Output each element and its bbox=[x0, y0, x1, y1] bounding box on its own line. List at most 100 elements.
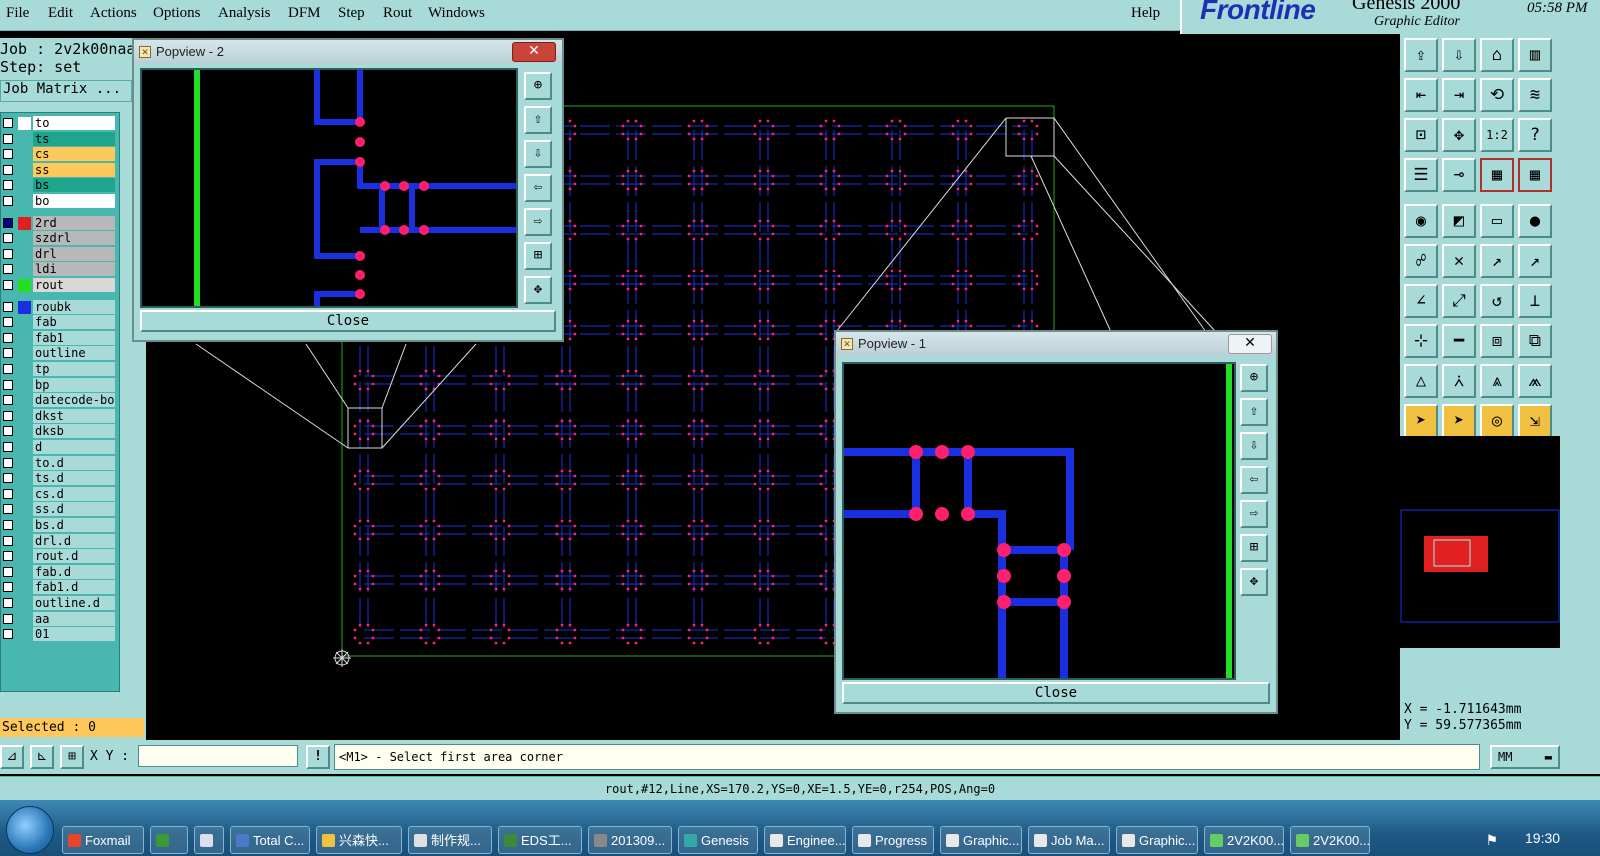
ruler-icon[interactable]: ▭ bbox=[1480, 204, 1514, 238]
layer-checkbox[interactable] bbox=[3, 149, 13, 160]
job-matrix-button[interactable]: Job Matrix ... bbox=[0, 80, 132, 102]
popview-1-close-button[interactable]: Close bbox=[842, 682, 1270, 704]
pan-bottom-icon[interactable]: ⇩ bbox=[1442, 38, 1476, 72]
layer-row[interactable]: roubk bbox=[1, 299, 119, 315]
circle-icon[interactable]: ● bbox=[1518, 204, 1552, 238]
flag-icon[interactable]: ⚑ bbox=[1487, 830, 1497, 849]
layer-row[interactable]: 2rd bbox=[1, 215, 119, 231]
layer-checkbox[interactable] bbox=[3, 457, 13, 468]
layer-row[interactable]: rout.d bbox=[1, 549, 119, 564]
layer-checkbox[interactable] bbox=[3, 613, 13, 624]
layer-checkbox[interactable] bbox=[3, 395, 13, 406]
menu-help[interactable]: Help bbox=[1131, 5, 1160, 22]
layer-checkbox[interactable] bbox=[3, 317, 13, 328]
view-pan-down-icon[interactable]: ⇩ bbox=[1240, 432, 1268, 460]
menu-windows[interactable]: Windows bbox=[428, 5, 485, 22]
menu-edit[interactable]: Edit bbox=[48, 5, 73, 22]
popview-2-close-icon[interactable]: ✕ bbox=[512, 42, 556, 62]
snap-mode-icon[interactable]: ⊿ bbox=[0, 745, 24, 769]
snap-icon[interactable]: ⊸ bbox=[1442, 158, 1476, 192]
taskbar-item[interactable]: Enginee... bbox=[764, 826, 846, 854]
triangle-icon[interactable]: △ bbox=[1404, 364, 1438, 398]
rout-tool-icon[interactable]: ▦ bbox=[1480, 158, 1514, 192]
pad-icon[interactable]: ◉ bbox=[1404, 204, 1438, 238]
zoom-ratio-icon[interactable]: 1:2 bbox=[1480, 118, 1514, 152]
layer-row[interactable]: drl bbox=[1, 246, 119, 262]
undo-icon[interactable]: ⟲ bbox=[1480, 78, 1514, 112]
layer-checkbox[interactable] bbox=[3, 504, 13, 515]
layer-row[interactable]: outline.d bbox=[1, 596, 119, 611]
feature-icon[interactable]: ◩ bbox=[1442, 204, 1476, 238]
layer-checkbox[interactable] bbox=[3, 582, 13, 593]
layer-row[interactable]: bs.d bbox=[1, 518, 119, 533]
layer-row[interactable]: ts.d bbox=[1, 471, 119, 486]
layer-checkbox[interactable] bbox=[3, 364, 13, 374]
layer-checkbox[interactable] bbox=[3, 180, 13, 191]
layer-checkbox[interactable] bbox=[3, 133, 13, 144]
move-icon[interactable]: ↗ bbox=[1480, 244, 1514, 278]
alert-icon[interactable]: ! bbox=[306, 745, 330, 769]
frame-icon[interactable]: ⧈ bbox=[1480, 324, 1514, 358]
query-icon[interactable]: ? bbox=[1518, 118, 1552, 152]
taskbar-item[interactable] bbox=[150, 826, 188, 854]
layer-checkbox[interactable] bbox=[3, 118, 13, 128]
add-pad-icon[interactable]: ⊹ bbox=[1404, 324, 1438, 358]
select-area-icon[interactable]: ➤ bbox=[1442, 404, 1476, 438]
layer-row[interactable]: cs bbox=[1, 147, 119, 162]
layer-row[interactable]: aa bbox=[1, 611, 119, 627]
layer-row[interactable]: ts bbox=[1, 131, 119, 147]
line-icon[interactable]: ━ bbox=[1442, 324, 1476, 358]
layer-checkbox[interactable] bbox=[3, 520, 13, 530]
arc2-icon[interactable]: ⩓ bbox=[1480, 364, 1514, 398]
layer-row[interactable]: bp bbox=[1, 377, 119, 393]
units-select[interactable]: MM ▬ bbox=[1490, 745, 1560, 769]
layer-row[interactable]: d bbox=[1, 440, 119, 455]
connect-icon[interactable]: ☍ bbox=[1404, 244, 1438, 278]
view-zoom-in-icon[interactable]: ⊕ bbox=[1240, 364, 1268, 392]
measure-icon[interactable]: ⊾ bbox=[30, 745, 54, 769]
layer-checkbox[interactable] bbox=[3, 551, 13, 562]
menu-options[interactable]: Options bbox=[153, 5, 201, 22]
layer-checkbox[interactable] bbox=[3, 248, 13, 259]
view-pan-right-icon[interactable]: ⇨ bbox=[524, 208, 552, 236]
mini-map[interactable] bbox=[1400, 436, 1560, 648]
angle-icon[interactable]: ∠ bbox=[1404, 284, 1438, 318]
layer-row[interactable]: to.d bbox=[1, 455, 119, 471]
xy-input[interactable] bbox=[138, 745, 298, 767]
layer-row[interactable]: ss.d bbox=[1, 502, 119, 517]
layer-checkbox[interactable] bbox=[3, 629, 13, 640]
taskbar-item[interactable]: Foxmail bbox=[62, 826, 144, 854]
start-button-icon[interactable] bbox=[6, 806, 54, 854]
zoom-center-icon[interactable]: ✥ bbox=[1442, 118, 1476, 152]
resize-icon[interactable]: ⤢ bbox=[1442, 284, 1476, 318]
taskbar-item[interactable]: Graphic... bbox=[1116, 826, 1198, 854]
layer-checkbox[interactable] bbox=[3, 566, 13, 577]
copy-icon[interactable]: ↗ bbox=[1518, 244, 1552, 278]
layer-checkbox[interactable] bbox=[3, 280, 13, 290]
popview-2-close-button[interactable]: Close bbox=[140, 310, 556, 332]
layer-row[interactable]: ldi bbox=[1, 262, 119, 277]
layer-checkbox[interactable] bbox=[3, 535, 13, 546]
layer-row[interactable]: drl.d bbox=[1, 533, 119, 549]
popview-1-close-icon[interactable]: ✕ bbox=[1228, 334, 1272, 354]
delete-icon[interactable]: ✕ bbox=[1442, 244, 1476, 278]
layer-checkbox[interactable] bbox=[3, 196, 13, 206]
layer-row[interactable]: dkst bbox=[1, 408, 119, 424]
mirror-icon[interactable]: ⊥ bbox=[1518, 284, 1552, 318]
taskbar-item[interactable]: EDS工... bbox=[498, 826, 582, 854]
layer-row[interactable]: tp bbox=[1, 362, 119, 377]
layer-row[interactable]: cs.d bbox=[1, 486, 119, 502]
layer-row[interactable]: 01 bbox=[1, 627, 119, 642]
layer-checkbox[interactable] bbox=[3, 301, 13, 312]
menu-rout[interactable]: Rout bbox=[383, 5, 412, 22]
redraw-icon[interactable]: ≋ bbox=[1518, 78, 1552, 112]
layer-checkbox[interactable] bbox=[3, 379, 13, 390]
popview-1-view[interactable] bbox=[842, 362, 1236, 680]
layer-row[interactable]: dksb bbox=[1, 424, 119, 439]
layer-row[interactable]: datecode-bo bbox=[1, 393, 119, 408]
layer-row[interactable]: szdrl bbox=[1, 231, 119, 246]
pan-top-icon[interactable]: ⇪ bbox=[1404, 38, 1438, 72]
taskbar-item[interactable]: Job Ma... bbox=[1028, 826, 1110, 854]
select-circle-icon[interactable]: ◎ bbox=[1480, 404, 1514, 438]
menu-file[interactable]: File bbox=[6, 5, 29, 22]
